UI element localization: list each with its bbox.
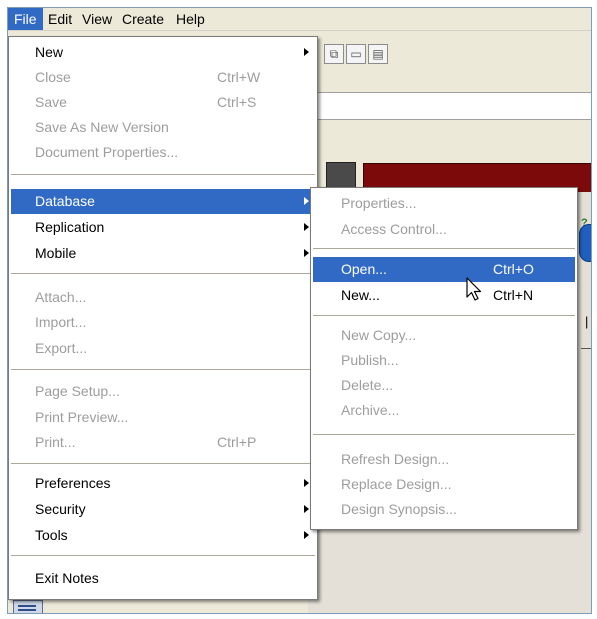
menu-item-print[interactable]: Print... Ctrl+P <box>11 430 315 455</box>
menu-item-export[interactable]: Export... <box>11 336 315 361</box>
mouse-pointer-icon <box>466 277 482 301</box>
menu-item-save[interactable]: Save Ctrl+S <box>11 90 315 115</box>
menu-item-design-synopsis[interactable]: Design Synopsis... <box>313 497 575 522</box>
menu-item-label: Archive... <box>341 402 400 418</box>
menu-item-preferences[interactable]: Preferences <box>11 471 315 496</box>
menu-item-label: Open... <box>341 261 387 277</box>
panel-divider <box>581 348 591 349</box>
menu-view[interactable]: View <box>76 8 118 30</box>
menu-item-new-copy[interactable]: New Copy... <box>313 323 575 348</box>
menu-item-publish[interactable]: Publish... <box>313 348 575 373</box>
menu-item-tools[interactable]: Tools <box>11 523 315 548</box>
menu-item-replication[interactable]: Replication <box>11 215 315 240</box>
menu-item-label: Close <box>35 69 71 85</box>
menu-item-label: Print Preview... <box>35 409 129 425</box>
menu-item-label: Page Setup... <box>35 383 120 399</box>
menu-item-delete[interactable]: Delete... <box>313 373 575 398</box>
menu-edit[interactable]: Edit <box>42 8 78 30</box>
toolbar: ⧉ ▭ ▤ <box>308 40 591 68</box>
menu-item-label: Properties... <box>341 195 417 211</box>
menu-item-attach[interactable]: Attach... <box>11 285 315 310</box>
menu-item-replace-design[interactable]: Replace Design... <box>313 472 575 497</box>
menu-item-security[interactable]: Security <box>11 497 315 522</box>
menu-separator <box>313 434 575 436</box>
menu-item-label: Refresh Design... <box>341 451 450 467</box>
menu-separator <box>11 273 315 275</box>
menu-separator <box>11 555 315 557</box>
menu-file[interactable]: File <box>8 8 43 30</box>
menu-item-database[interactable]: Database <box>11 189 315 214</box>
menu-item-shortcut: Ctrl+W <box>217 69 261 85</box>
menu-item-label: Publish... <box>341 352 399 368</box>
menu-item-shortcut: Ctrl+O <box>493 261 534 277</box>
menu-item-label: Delete... <box>341 377 394 393</box>
menu-item-mobile[interactable]: Mobile <box>11 241 315 266</box>
menu-item-access-control[interactable]: Access Control... <box>313 217 575 242</box>
submenu-arrow-icon <box>304 479 309 487</box>
submenu-arrow-icon <box>304 48 309 56</box>
menu-separator <box>11 174 315 176</box>
globe-icon[interactable] <box>579 224 591 262</box>
menu-item-label: Replication <box>35 219 105 235</box>
menu-item-print-preview[interactable]: Print Preview... <box>11 405 315 430</box>
menu-item-page-setup[interactable]: Page Setup... <box>11 379 315 404</box>
menu-item-label: Exit Notes <box>35 570 99 586</box>
submenu-arrow-icon <box>304 197 309 205</box>
submenu-arrow-icon <box>304 249 309 257</box>
replicator-icon[interactable] <box>13 600 43 613</box>
menu-item-label: Access Control... <box>341 221 447 237</box>
menu-separator <box>313 315 575 317</box>
bookmark-bar <box>308 124 591 158</box>
menu-separator <box>11 463 315 465</box>
paste-icon[interactable]: ▭ <box>346 44 366 64</box>
menu-separator <box>313 248 575 250</box>
menu-help[interactable]: Help <box>170 8 211 30</box>
menu-item-exit-notes[interactable]: Exit Notes <box>11 566 315 591</box>
menu-item-label: Preferences <box>35 475 111 491</box>
submenu-arrow-icon <box>304 505 309 513</box>
menu-item-open[interactable]: Open... Ctrl+O <box>313 257 575 282</box>
database-submenu: Properties... Access Control... Open... … <box>310 187 578 530</box>
menu-item-label: New... <box>341 287 380 303</box>
menu-item-label: Tools <box>35 527 68 543</box>
menu-item-refresh-design[interactable]: Refresh Design... <box>313 447 575 472</box>
menu-item-shortcut: Ctrl+P <box>217 434 257 450</box>
menu-separator <box>11 369 315 371</box>
address-bar[interactable] <box>308 92 591 120</box>
menu-item-shortcut: Ctrl+N <box>493 287 534 303</box>
menu-item-label: Database <box>35 193 95 209</box>
menu-item-label: Document Properties... <box>35 144 179 160</box>
panel-marker: | <box>585 314 589 329</box>
menu-item-document-properties[interactable]: Document Properties... <box>11 140 315 165</box>
file-menu: New Close Ctrl+W Save Ctrl+S Save As New… <box>8 36 318 600</box>
menu-item-label: New Copy... <box>341 327 417 343</box>
menu-item-label: Save As New Version <box>35 119 169 135</box>
menu-item-close[interactable]: Close Ctrl+W <box>11 65 315 90</box>
menu-item-new[interactable]: New... Ctrl+N <box>313 283 575 308</box>
menu-item-label: Security <box>35 501 86 517</box>
menu-item-label: Design Synopsis... <box>341 501 457 517</box>
menu-item-label: Attach... <box>35 289 87 305</box>
menu-item-label: Replace Design... <box>341 476 452 492</box>
menu-item-import[interactable]: Import... <box>11 310 315 335</box>
menu-item-properties[interactable]: Properties... <box>313 191 575 216</box>
submenu-arrow-icon <box>304 531 309 539</box>
menu-item-label: New <box>35 44 64 60</box>
menubar: File Edit View Create Help <box>8 8 591 31</box>
menu-item-label: Mobile <box>35 245 77 261</box>
document-icon[interactable]: ▤ <box>368 44 388 64</box>
menu-create[interactable]: Create <box>116 8 170 30</box>
copy-icon[interactable]: ⧉ <box>324 44 344 64</box>
menu-item-archive[interactable]: Archive... <box>313 398 575 423</box>
menu-item-label: Save <box>35 94 67 110</box>
menu-item-new[interactable]: New <box>11 40 315 65</box>
menu-item-label: Import... <box>35 314 87 330</box>
menu-item-shortcut: Ctrl+S <box>217 94 257 110</box>
submenu-arrow-icon <box>304 223 309 231</box>
menu-item-save-as-new-version[interactable]: Save As New Version <box>11 115 315 140</box>
menu-item-label: Print... <box>35 434 76 450</box>
menu-item-label: Export... <box>35 340 88 356</box>
